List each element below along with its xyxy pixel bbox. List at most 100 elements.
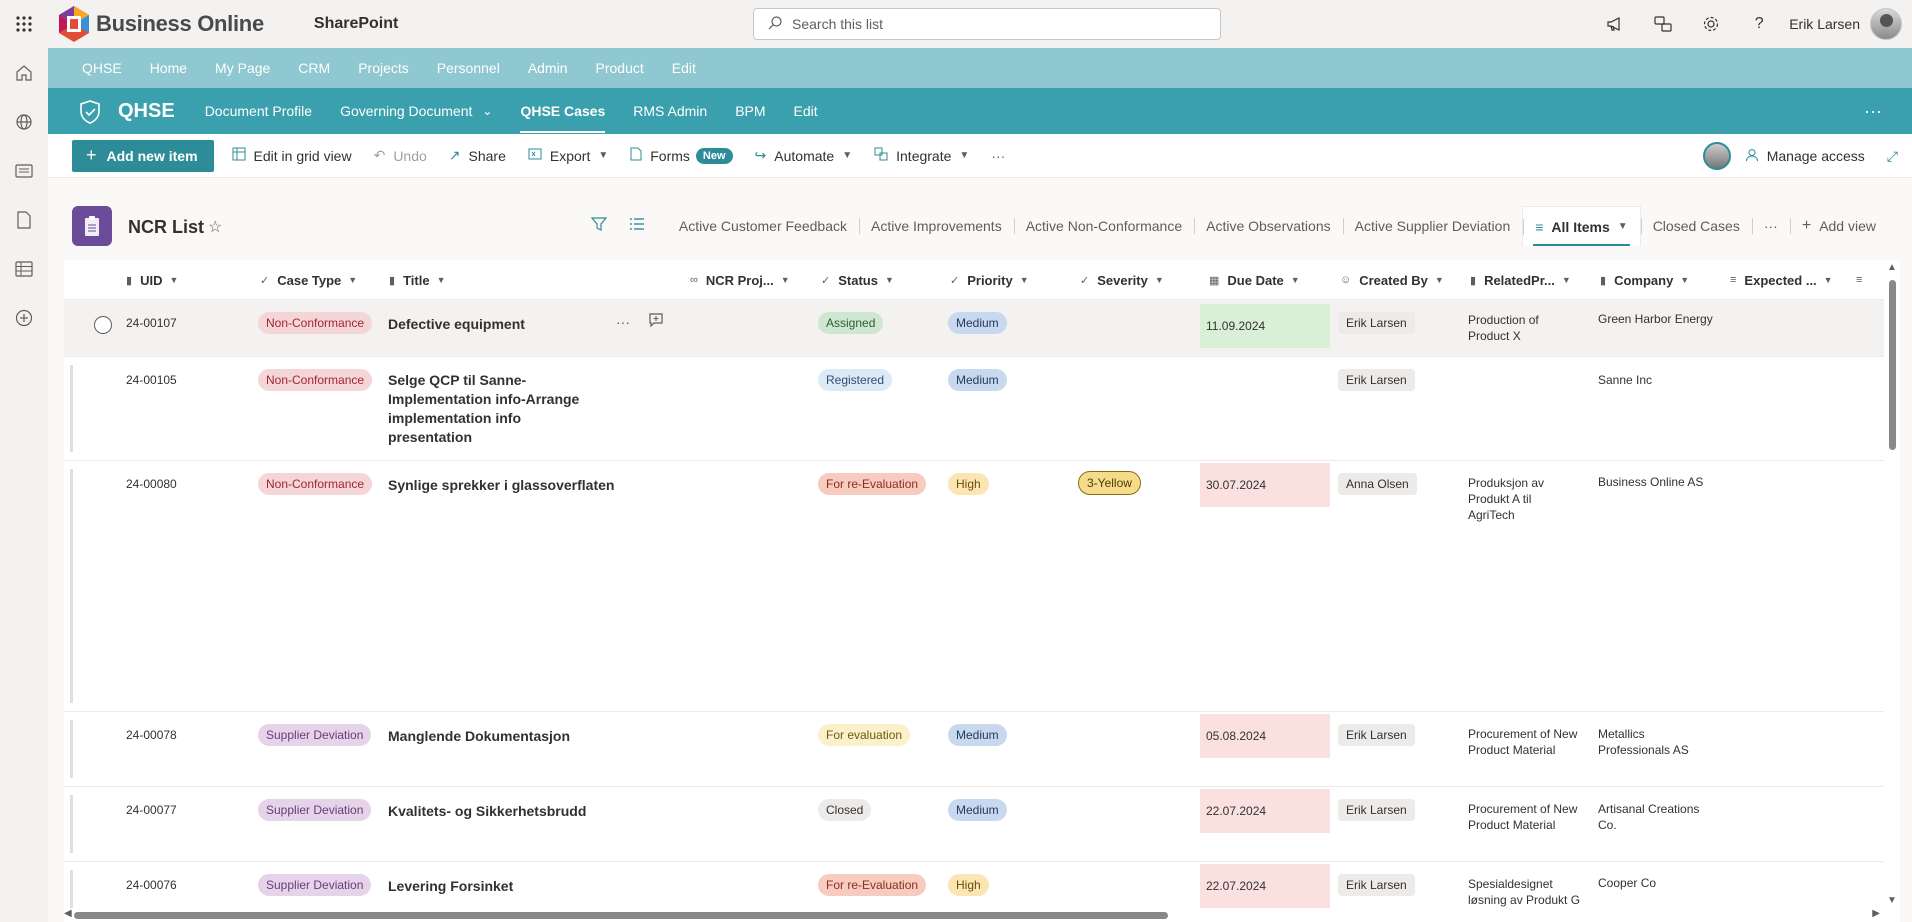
column-header-expected[interactable]: ≡ Expected ... ▼: [1730, 260, 1833, 300]
cell-related-project[interactable]: Production of Product X: [1468, 312, 1558, 344]
vertical-scrollbar[interactable]: ▲ ▼: [1884, 260, 1900, 922]
column-header-status[interactable]: ✓ Status ▼: [821, 260, 894, 300]
horizontal-scroll-thumb[interactable]: [74, 912, 1168, 919]
table-row[interactable]: 24-00105 Non-Conformance Selge QCP til S…: [64, 357, 1884, 461]
scroll-right-arrow-icon[interactable]: ▶: [1872, 908, 1880, 919]
cell-company[interactable]: Sanne Inc: [1598, 373, 1728, 387]
hubnav-item-edit[interactable]: Edit: [672, 60, 696, 76]
lists-icon[interactable]: [0, 244, 48, 293]
column-options-icon[interactable]: ≡: [1856, 260, 1870, 300]
hubnav-item-qhse[interactable]: QHSE: [82, 60, 122, 76]
export-button[interactable]: Export ▼: [528, 147, 608, 164]
site-member-avatar[interactable]: [1702, 142, 1731, 170]
column-header-related-project[interactable]: ▮ RelatedPr... ▼: [1470, 260, 1571, 300]
table-row[interactable]: 24-00080 Non-Conformance Synlige sprekke…: [64, 461, 1884, 712]
hubnav-item-my-page[interactable]: My Page: [215, 60, 270, 76]
sitenav-item-bpm[interactable]: BPM: [735, 103, 765, 119]
sitenav-item-governing-document[interactable]: Governing Document ⌄: [340, 103, 492, 119]
cell-related-project[interactable]: Spesialdesignet løsning av Produkt G: [1468, 876, 1588, 908]
view-tab-active-non-conformance[interactable]: Active Non-Conformance: [1013, 206, 1194, 246]
cell-company[interactable]: Green Harbor Energy: [1598, 312, 1728, 326]
automate-button[interactable]: ↪ Automate ▼: [755, 147, 853, 164]
table-row[interactable]: 24-00077 Supplier Deviation Kvalitets- o…: [64, 787, 1884, 862]
created-by-persona[interactable]: Erik Larsen: [1338, 724, 1415, 746]
megaphone-icon[interactable]: [1591, 0, 1639, 48]
scroll-left-arrow-icon[interactable]: ◀: [64, 908, 72, 919]
teams-share-icon[interactable]: [1639, 0, 1687, 48]
hubnav-item-crm[interactable]: CRM: [298, 60, 330, 76]
list-title[interactable]: NCR List: [128, 217, 204, 238]
row-select-radio[interactable]: [94, 316, 112, 334]
more-ellipsis-icon[interactable]: ···: [1864, 101, 1882, 122]
vertical-scroll-thumb[interactable]: [1889, 280, 1896, 450]
news-icon[interactable]: [0, 146, 48, 195]
view-tab-active-supplier-deviation[interactable]: Active Supplier Deviation: [1342, 206, 1523, 246]
column-header-ncr-project[interactable]: ∞ NCR Proj... ▼: [690, 260, 790, 300]
row-more-actions-icon[interactable]: ···: [616, 314, 630, 330]
add-view-button[interactable]: + Add view: [1789, 206, 1888, 246]
app-launcher-icon[interactable]: [0, 0, 48, 48]
hubnav-item-home[interactable]: Home: [150, 60, 187, 76]
user-name[interactable]: Erik Larsen: [1789, 16, 1860, 32]
cell-title[interactable]: Kvalitets- og Sikkerhetsbrudd: [388, 802, 628, 821]
shield-check-icon[interactable]: [78, 99, 102, 124]
scroll-up-arrow-icon[interactable]: ▲: [1887, 262, 1897, 273]
cell-company[interactable]: Business Online AS: [1598, 475, 1728, 489]
column-header-severity[interactable]: ✓ Severity ▼: [1080, 260, 1164, 300]
expand-icon[interactable]: ⤢: [1887, 148, 1898, 165]
site-title[interactable]: QHSE: [118, 100, 175, 123]
share-button[interactable]: ↗ Share: [449, 147, 506, 164]
view-tab-active-observations[interactable]: Active Observations: [1194, 206, 1343, 246]
column-header-title[interactable]: ▮ Title ▼: [389, 260, 445, 300]
sitenav-item-rms-admin[interactable]: RMS Admin: [633, 103, 707, 119]
create-plus-icon[interactable]: [0, 293, 48, 342]
search-input[interactable]: Search this list: [753, 8, 1221, 40]
integrate-button[interactable]: Integrate ▼: [874, 147, 969, 164]
hubnav-item-personnel[interactable]: Personnel: [437, 60, 500, 76]
user-avatar[interactable]: [1870, 8, 1902, 40]
favorite-star-icon[interactable]: ☆: [208, 217, 222, 237]
list-view-icon[interactable]: [629, 217, 645, 236]
view-tab-active-customer-feedback[interactable]: Active Customer Feedback: [667, 206, 859, 246]
created-by-persona[interactable]: Erik Larsen: [1338, 369, 1415, 391]
sitenav-item-qhse-cases[interactable]: QHSE Cases: [520, 103, 605, 133]
add-new-item-button[interactable]: + Add new item: [72, 139, 214, 172]
undo-button[interactable]: ↶ Undo: [374, 147, 427, 164]
hubnav-item-projects[interactable]: Projects: [358, 60, 409, 76]
globe-icon[interactable]: [0, 97, 48, 146]
forms-button[interactable]: Forms New: [630, 147, 733, 164]
comment-add-icon[interactable]: [648, 312, 664, 331]
sitenav-item-edit[interactable]: Edit: [794, 103, 818, 119]
column-header-case-type[interactable]: ✓ Case Type ▼: [260, 260, 357, 300]
column-header-company[interactable]: ▮ Company ▼: [1600, 260, 1689, 300]
view-tab-all-items[interactable]: ≡ All Items ▼: [1522, 206, 1641, 246]
view-tab-active-improvements[interactable]: Active Improvements: [858, 206, 1014, 246]
more-views-icon[interactable]: ···: [1751, 206, 1790, 246]
more-commands-icon[interactable]: ···: [991, 148, 1005, 164]
cell-company[interactable]: Artisanal Creations Co.: [1598, 801, 1708, 833]
column-header-created-by[interactable]: ☺ Created By ▼: [1340, 260, 1444, 300]
cell-related-project[interactable]: Procurement of New Product Material: [1468, 726, 1588, 758]
settings-gear-icon[interactable]: [1687, 0, 1735, 48]
cell-title[interactable]: Synlige sprekker i glassoverflaten: [388, 476, 628, 495]
cell-company[interactable]: Metallics Professionals AS: [1598, 726, 1708, 758]
view-tab-closed-cases[interactable]: Closed Cases: [1640, 206, 1752, 246]
manage-access-button[interactable]: Manage access: [1745, 148, 1865, 165]
cell-title[interactable]: Selge QCP til Sanne-Implementation info-…: [388, 371, 588, 447]
sitenav-item-document-profile[interactable]: Document Profile: [205, 103, 312, 119]
cell-title[interactable]: Manglende Dokumentasjon: [388, 727, 628, 746]
created-by-persona[interactable]: Erik Larsen: [1338, 312, 1415, 334]
hubnav-item-admin[interactable]: Admin: [528, 60, 568, 76]
home-icon[interactable]: [0, 48, 48, 97]
hubnav-item-product[interactable]: Product: [596, 60, 644, 76]
created-by-persona[interactable]: Erik Larsen: [1338, 799, 1415, 821]
column-header-due-date[interactable]: ▦ Due Date ▼: [1209, 260, 1300, 300]
brand-logo[interactable]: Business Online: [54, 4, 264, 44]
column-header-priority[interactable]: ✓ Priority ▼: [950, 260, 1029, 300]
cell-related-project[interactable]: Procurement of New Product Material: [1468, 801, 1588, 833]
cell-related-project[interactable]: Produksjon av Produkt A til AgriTech: [1468, 475, 1558, 523]
column-header-uid[interactable]: ▮ UID ▼: [126, 260, 178, 300]
edit-grid-view-button[interactable]: Edit in grid view: [232, 147, 352, 164]
document-icon[interactable]: [0, 195, 48, 244]
filter-icon[interactable]: [590, 216, 608, 237]
